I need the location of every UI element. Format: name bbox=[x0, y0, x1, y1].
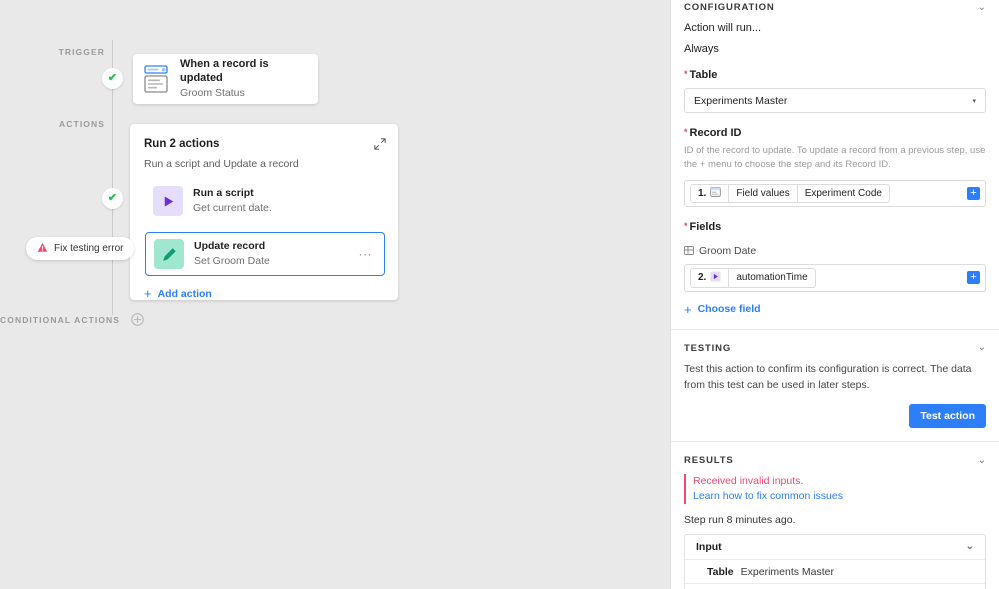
play-icon bbox=[153, 186, 183, 216]
action-step-subtitle: Get current date. bbox=[193, 202, 272, 214]
record-id-field-label: * Record ID bbox=[684, 127, 742, 139]
required-star: * bbox=[684, 220, 688, 231]
record-id-token-field-values[interactable]: Field values bbox=[729, 183, 798, 203]
step-run-note: Step run 8 minutes ago. bbox=[684, 514, 796, 527]
groom-date-label-text: Groom Date bbox=[699, 244, 757, 257]
results-row-value: Experiments Master bbox=[740, 565, 835, 578]
record-id-add-token-button[interactable]: + bbox=[967, 186, 980, 200]
results-error-message: Received invalid inputs. bbox=[693, 475, 804, 488]
choose-field-label: Choose field bbox=[697, 303, 761, 315]
required-star: * bbox=[684, 127, 688, 137]
trigger-title: When a record is updated bbox=[180, 57, 269, 85]
groom-date-token-number: 2. bbox=[698, 272, 707, 283]
results-input-header[interactable]: Input ⌄ bbox=[685, 535, 985, 559]
configuration-header: CONFIGURATION ⌄ bbox=[684, 0, 986, 13]
pencil-icon bbox=[154, 239, 184, 269]
run-condition-label: Action will run... bbox=[684, 22, 762, 34]
testing-description: Test this action to confirm its configur… bbox=[684, 362, 972, 391]
record-id-token-group: 1. Field values Experiment Code bbox=[690, 183, 967, 203]
results-row-record-id: Record ID EXP-62 bbox=[685, 583, 985, 589]
testing-section: TESTING ⌄ Test this action to confirm it… bbox=[671, 330, 999, 442]
results-section: RESULTS ⌄ Received invalid inputs. Learn… bbox=[671, 442, 999, 589]
rail-label-actions: ACTIONS bbox=[59, 119, 105, 129]
action-step-text: Update record Set Groom Date bbox=[194, 239, 349, 268]
actions-status-check: ✔ bbox=[102, 188, 123, 209]
results-input-label: Input bbox=[696, 541, 722, 554]
chevron-down-icon[interactable]: ⌄ bbox=[978, 455, 986, 466]
record-id-token-experiment-code[interactable]: Experiment Code bbox=[797, 183, 890, 203]
rail-label-conditional-actions: CONDITIONAL ACTIONS bbox=[0, 315, 121, 325]
trigger-status-check: ✔ bbox=[102, 68, 123, 89]
groom-date-token-automation-time[interactable]: automationTime bbox=[729, 267, 816, 288]
trigger-subtitle: Groom Status bbox=[180, 87, 245, 100]
plus-icon: + bbox=[684, 301, 692, 317]
results-row-key: Table bbox=[707, 565, 734, 578]
actions-group-title: Run 2 actions bbox=[144, 138, 220, 150]
configuration-title: CONFIGURATION bbox=[684, 2, 775, 13]
record-id-token-number: 1. bbox=[698, 187, 707, 199]
groom-date-token-group: 2. automationTime bbox=[690, 267, 967, 288]
required-star: * bbox=[684, 69, 688, 79]
test-action-button[interactable]: Test action bbox=[909, 404, 986, 429]
grid-field-icon bbox=[684, 246, 694, 255]
results-title: RESULTS bbox=[684, 455, 734, 467]
chevron-down-icon: ⌄ bbox=[965, 541, 974, 553]
results-error-link[interactable]: Learn how to fix common issues bbox=[693, 489, 986, 504]
configuration-section: CONFIGURATION ⌄ Action will run... Alway… bbox=[671, 0, 999, 316]
results-input-card: Input ⌄ Table Experiments Master Record … bbox=[684, 534, 986, 589]
plus-icon: + bbox=[144, 286, 152, 301]
check-icon: ✔ bbox=[107, 192, 118, 204]
chevron-down-icon: ▾ bbox=[972, 97, 976, 105]
results-header: RESULTS ⌄ bbox=[684, 453, 986, 466]
record-id-helper-text: ID of the record to update. To update a … bbox=[684, 145, 986, 171]
table-field-label: * Table bbox=[684, 69, 718, 81]
action-step-overflow-menu[interactable]: ··· bbox=[359, 247, 377, 261]
fix-testing-error-badge[interactable]: Fix testing error bbox=[26, 237, 135, 260]
groom-date-field-label: Groom Date bbox=[684, 245, 986, 257]
rail-label-trigger: TRIGGER bbox=[58, 47, 105, 57]
flow-canvas: TRIGGER ACTIONS CONDITIONAL ACTIONS ✔ ✔ bbox=[0, 0, 670, 589]
results-error-block: Received invalid inputs. Learn how to fi… bbox=[684, 474, 986, 505]
fix-testing-error-label: Fix testing error bbox=[54, 243, 124, 254]
results-row-table: Table Experiments Master bbox=[685, 559, 985, 583]
choose-field-button[interactable]: + Choose field bbox=[684, 303, 986, 316]
play-icon bbox=[710, 270, 721, 285]
actions-group-subtitle: Run a script and Update a record bbox=[144, 158, 299, 170]
chevron-down-icon[interactable]: ⌄ bbox=[978, 2, 986, 13]
groom-date-value-input[interactable]: 2. automationTime + bbox=[684, 263, 986, 292]
step-config-panel: CONFIGURATION ⌄ Action will run... Alway… bbox=[670, 0, 999, 589]
groom-date-token-step[interactable]: 2. bbox=[690, 267, 730, 288]
fields-field-label: * Fields bbox=[684, 220, 722, 233]
record-form-icon bbox=[710, 186, 722, 200]
automation-editor: TRIGGER ACTIONS CONDITIONAL ACTIONS ✔ ✔ bbox=[0, 0, 999, 589]
action-step-title: Update record bbox=[194, 240, 266, 253]
record-id-token-step[interactable]: 1. bbox=[690, 183, 730, 203]
check-icon: ✔ bbox=[107, 72, 118, 84]
trigger-card[interactable]: When a record is updated Groom Status bbox=[133, 54, 318, 104]
action-step-update-record[interactable]: Update record Set Groom Date ··· bbox=[145, 232, 385, 276]
actions-group-card: Run 2 actions Run a script and Update a … bbox=[130, 124, 398, 300]
plus-circle-icon[interactable] bbox=[131, 313, 144, 326]
testing-header: TESTING ⌄ bbox=[684, 341, 986, 354]
warning-triangle-icon bbox=[37, 242, 48, 256]
action-step-subtitle: Set Groom Date bbox=[194, 255, 270, 267]
table-select[interactable]: Experiments Master ▾ bbox=[684, 88, 986, 113]
trigger-card-text: When a record is updated Groom Status bbox=[180, 57, 307, 102]
run-condition-value: Always bbox=[684, 43, 719, 55]
add-action-button[interactable]: + Add action bbox=[144, 287, 384, 300]
groom-date-add-token-button[interactable]: + bbox=[967, 271, 980, 284]
expand-diagonal-icon[interactable] bbox=[373, 137, 387, 151]
action-step-title: Run a script bbox=[193, 187, 254, 200]
action-step-text: Run a script Get current date. bbox=[193, 186, 375, 215]
record-id-input[interactable]: 1. Field values Experiment Code + bbox=[684, 179, 986, 207]
table-select-value: Experiments Master bbox=[694, 94, 788, 107]
add-action-label: Add action bbox=[157, 287, 212, 300]
action-step-run-script[interactable]: Run a script Get current date. bbox=[144, 179, 384, 223]
chevron-down-icon[interactable]: ⌄ bbox=[978, 343, 986, 353]
testing-title: TESTING bbox=[684, 342, 732, 354]
record-form-icon bbox=[144, 65, 170, 93]
